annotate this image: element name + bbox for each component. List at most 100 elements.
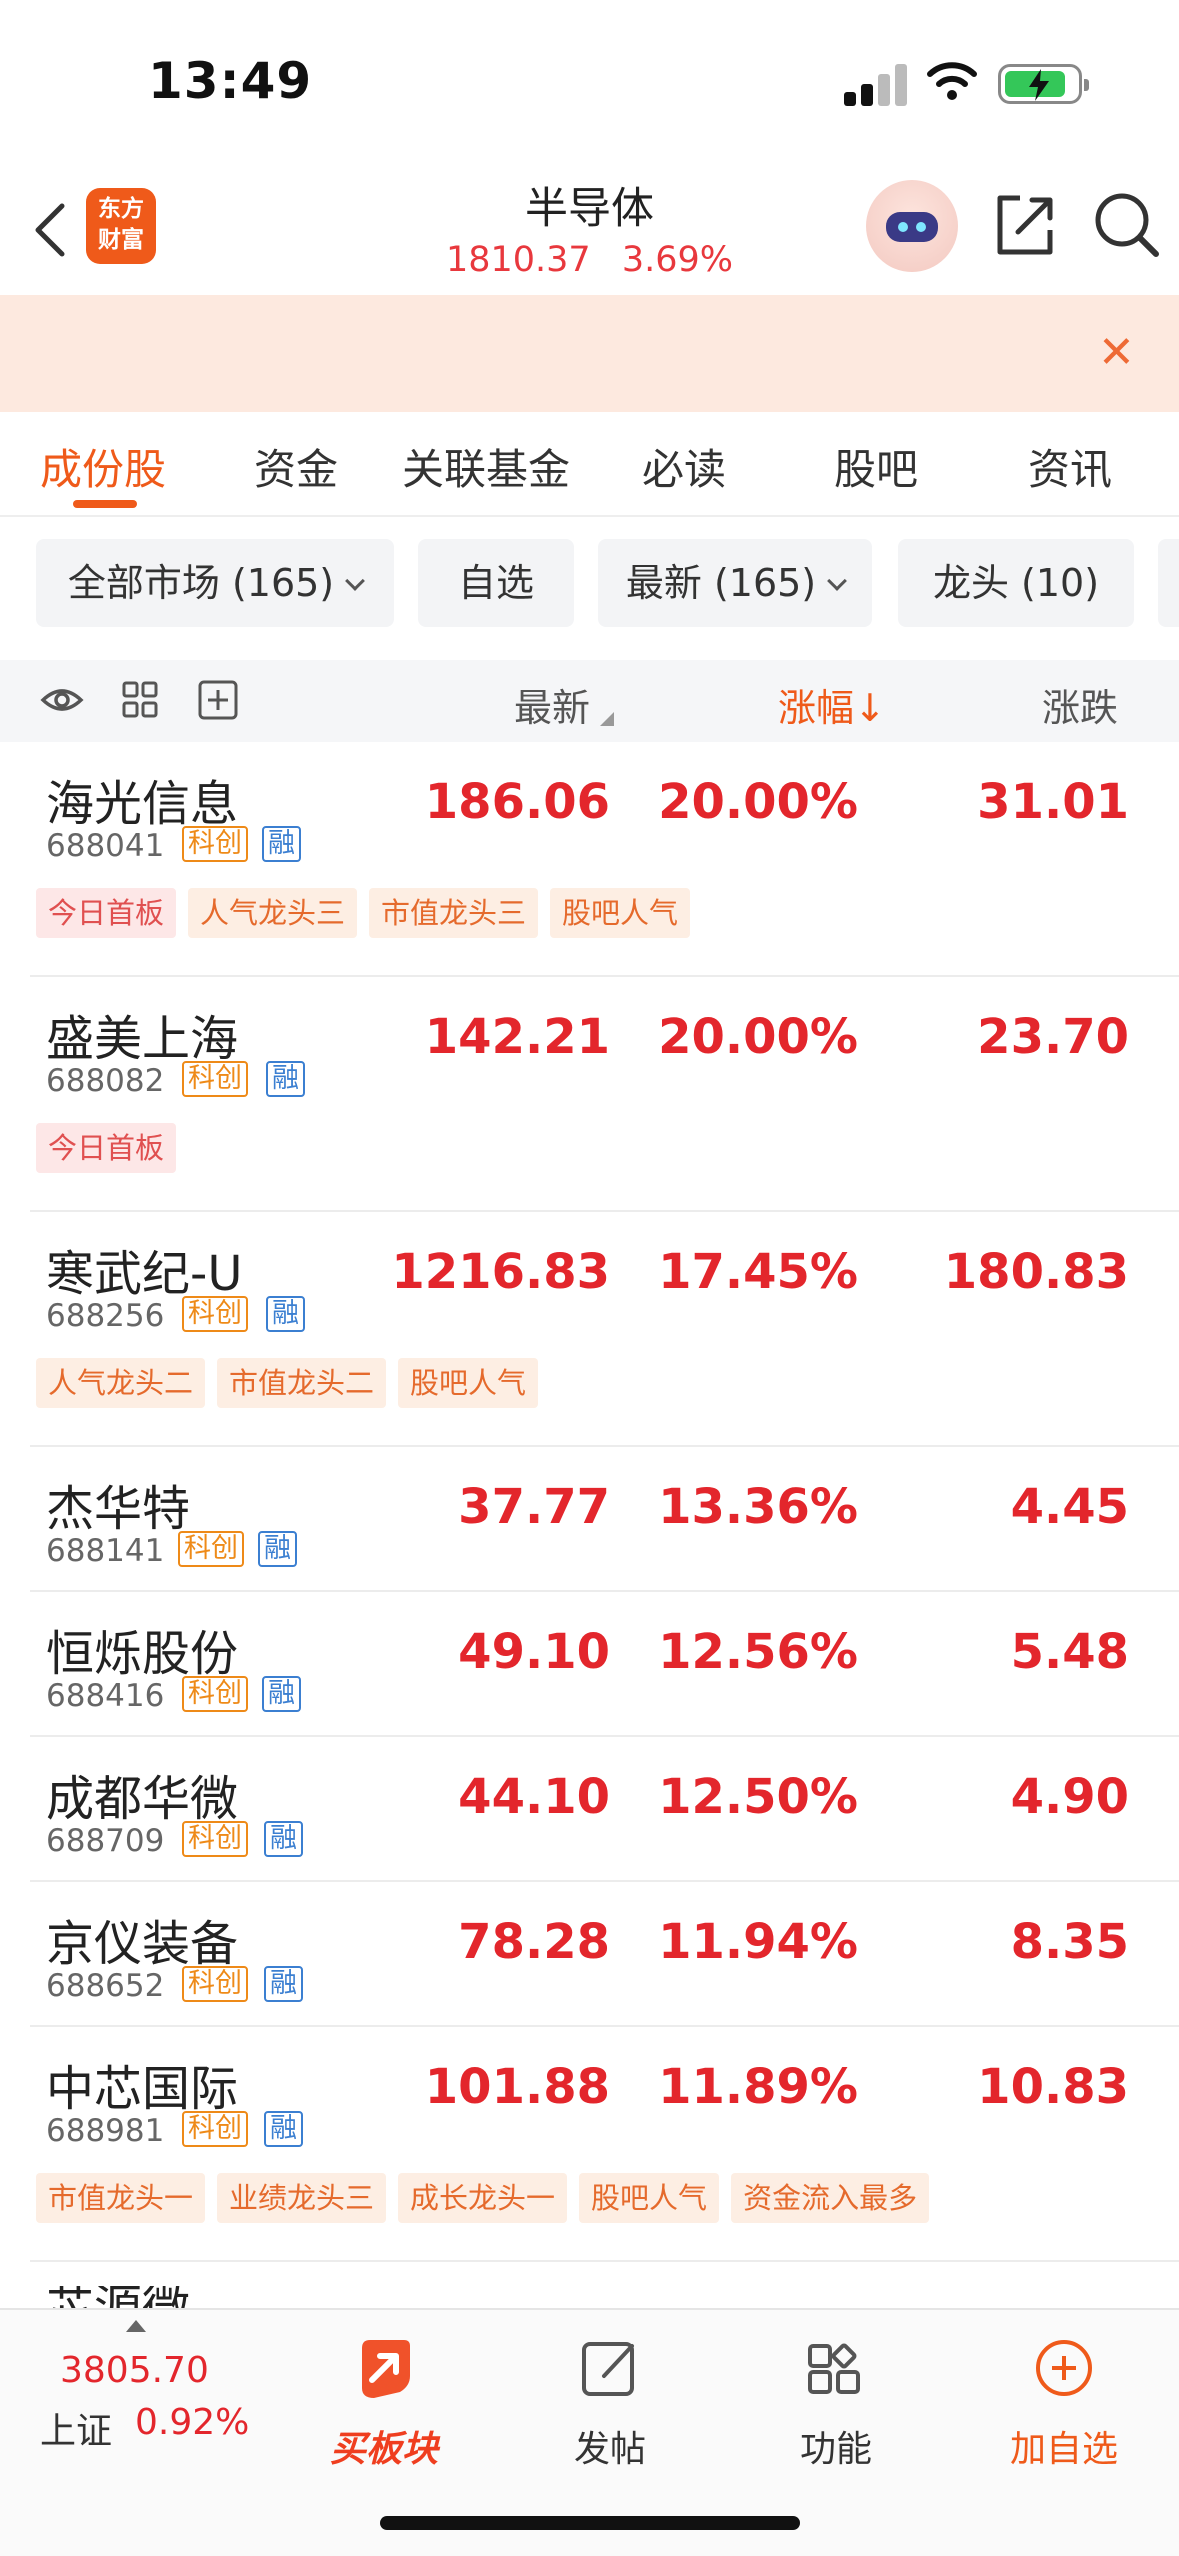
tab-must-read[interactable]: 必读 xyxy=(642,436,726,497)
status-bar: 13:49 xyxy=(0,0,1179,160)
stock-tag[interactable]: 市值龙头一 xyxy=(36,2173,206,2223)
functions-button[interactable]: 功能 xyxy=(766,2328,906,2470)
buy-sector-label: 买板块 xyxy=(329,2429,438,2470)
sh-index-pct[interactable]: 0.92% xyxy=(135,2402,249,2443)
filter-watchlist[interactable]: 自选 xyxy=(418,539,574,627)
filter-watchlist-label: 自选 xyxy=(457,561,534,605)
column-header: 最新 涨幅↓ 涨跌 xyxy=(0,660,1179,742)
column-change-pct-label: 涨幅 xyxy=(778,686,855,730)
edit-icon xyxy=(582,2342,634,2396)
stock-tags: 市值龙头一 业绩龙头三 成长龙头一 股吧人气 资金流入最多 xyxy=(36,2173,941,2223)
scroll-fade xyxy=(1109,660,1179,742)
column-change-amount[interactable]: 涨跌 xyxy=(1042,677,1118,732)
change-amount: 5.48 xyxy=(1010,1624,1129,1680)
star-market-badge: 科创 xyxy=(182,1966,248,2002)
stock-tags: 人气龙头二 市值龙头二 股吧人气 xyxy=(36,1358,550,1408)
stock-code: 688981 xyxy=(46,2113,165,2149)
close-icon[interactable]: ✕ xyxy=(1098,331,1135,375)
filter-latest[interactable]: 最新 (165) xyxy=(598,539,872,627)
tab-forum[interactable]: 股吧 xyxy=(834,436,918,497)
post-button[interactable]: 发帖 xyxy=(540,2328,680,2470)
stock-name: 恒烁股份 xyxy=(46,1626,239,1682)
margin-badge: 融 xyxy=(266,1296,305,1332)
grid-layout-icon[interactable] xyxy=(118,680,162,720)
change-amount: 180.83 xyxy=(943,1244,1129,1300)
change-percent: 17.45% xyxy=(658,1244,858,1300)
change-amount: 31.01 xyxy=(977,774,1129,830)
stock-row[interactable]: 寒武纪-U 688256 科创融 1216.83 17.45% 180.83 人气龙头二 市值… xyxy=(30,1212,1179,1447)
latest-price: 186.06 xyxy=(424,774,610,830)
filter-all-markets-label: 全部市场 (165) xyxy=(67,561,335,605)
stock-row[interactable]: 盛美上海 688082 科创融 142.21 20.00% 23.70 今日首板 xyxy=(30,977,1179,1212)
margin-badge: 融 xyxy=(264,1966,303,2002)
change-amount: 23.70 xyxy=(977,1009,1129,1065)
sort-indicator-icon xyxy=(600,712,614,726)
tab-related-funds[interactable]: 关联基金 xyxy=(402,436,570,497)
stock-row[interactable]: 海光信息 688041 科创融 186.06 20.00% 31.01 今日首板 人气龙头三市… xyxy=(30,742,1179,977)
sh-index-name[interactable]: 上证 xyxy=(40,2402,112,2454)
stock-code: 688041 xyxy=(46,828,165,864)
stock-tag[interactable]: 市值龙头二 xyxy=(217,1358,387,1408)
change-amount: 8.35 xyxy=(1010,1914,1129,1970)
home-indicator xyxy=(380,2516,800,2530)
add-circle-icon xyxy=(1036,2340,1092,2396)
latest-price: 142.21 xyxy=(424,1009,610,1065)
share-icon[interactable] xyxy=(990,190,1060,260)
change-amount: 10.83 xyxy=(977,2059,1129,2115)
assistant-robot-icon[interactable] xyxy=(866,180,958,272)
stock-tag[interactable]: 资金流入最多 xyxy=(731,2173,930,2223)
column-latest[interactable]: 最新 xyxy=(514,677,590,732)
latest-price: 101.88 xyxy=(424,2059,610,2115)
buy-sector-button[interactable]: 买板块 xyxy=(314,2328,454,2470)
stock-tag[interactable]: 人气龙头二 xyxy=(36,1358,206,1408)
tab-funds-flow[interactable]: 资金 xyxy=(254,436,338,497)
stock-tag[interactable]: 今日首板 xyxy=(36,888,177,938)
star-market-badge: 科创 xyxy=(178,1531,244,1567)
stock-code: 688082 xyxy=(46,1063,165,1099)
stock-tag[interactable]: 股吧人气 xyxy=(579,2173,720,2223)
stock-row[interactable]: 恒烁股份 688416 科创融 49.10 12.56% 5.48 xyxy=(30,1592,1179,1737)
add-watchlist-label: 加自选 xyxy=(1009,2429,1118,2470)
filter-leaders[interactable]: 龙头 (10) xyxy=(898,539,1134,627)
column-change-pct[interactable]: 涨幅↓ xyxy=(778,677,886,732)
buy-sector-icon xyxy=(362,2340,410,2398)
filter-all-markets[interactable]: 全部市场 (165) xyxy=(36,539,394,627)
filter-more[interactable] xyxy=(1158,539,1179,627)
chevron-down-icon xyxy=(827,571,848,591)
tab-news[interactable]: 资讯 xyxy=(1028,436,1112,497)
stock-row[interactable]: 京仪装备 688652 科创融 78.28 11.94% 8.35 xyxy=(30,1882,1179,2027)
next-row-peek: 芯源微 xyxy=(46,2286,226,2308)
change-amount: 4.90 xyxy=(1010,1769,1129,1825)
stock-row[interactable]: 杰华特 688141 科创融 37.77 13.36% 4.45 xyxy=(30,1447,1179,1592)
stock-tag[interactable]: 今日首板 xyxy=(36,1123,177,1173)
add-column-icon[interactable] xyxy=(196,680,240,720)
star-market-badge: 科创 xyxy=(182,2111,248,2147)
app-header: 东方 财富 半导体 1810.37 3.69% xyxy=(0,160,1179,295)
margin-badge: 融 xyxy=(264,1821,303,1857)
change-percent: 13.36% xyxy=(658,1479,858,1535)
stock-code: 688256 xyxy=(46,1298,165,1334)
stock-tag[interactable]: 人气龙头三 xyxy=(188,888,358,938)
wifi-icon xyxy=(927,62,977,100)
stock-tag[interactable]: 股吧人气 xyxy=(550,888,691,938)
stock-code: 688652 xyxy=(46,1968,165,2004)
margin-badge: 融 xyxy=(264,2111,303,2147)
stock-row[interactable]: 成都华微 688709 科创融 44.10 12.50% 4.90 xyxy=(30,1737,1179,1882)
stock-tag[interactable]: 股吧人气 xyxy=(398,1358,539,1408)
tab-constituents[interactable]: 成份股 xyxy=(40,436,166,497)
change-amount: 4.45 xyxy=(1010,1479,1129,1535)
search-icon[interactable] xyxy=(1092,190,1162,260)
change-percent: 11.94% xyxy=(658,1914,858,1970)
stock-tag[interactable]: 业绩龙头三 xyxy=(217,2173,387,2223)
stock-tag[interactable]: 市值龙头三 xyxy=(369,888,539,938)
expand-up-icon[interactable] xyxy=(126,2320,146,2332)
stock-name: 中芯国际 xyxy=(46,2061,239,2117)
stock-row[interactable]: 中芯国际 688981 科创融 101.88 11.89% 10.83 市值龙头一 业绩龙头三… xyxy=(30,2027,1179,2262)
sh-index-value[interactable]: 3805.70 xyxy=(60,2350,209,2391)
stock-tag[interactable]: 成长龙头一 xyxy=(398,2173,568,2223)
stock-name: 海光信息 xyxy=(46,776,239,832)
eye-icon[interactable] xyxy=(40,680,84,720)
stock-name: 京仪装备 xyxy=(46,1916,239,1972)
notice-banner: ✕ xyxy=(0,295,1179,412)
add-watchlist-button[interactable]: 加自选 xyxy=(994,2328,1134,2470)
